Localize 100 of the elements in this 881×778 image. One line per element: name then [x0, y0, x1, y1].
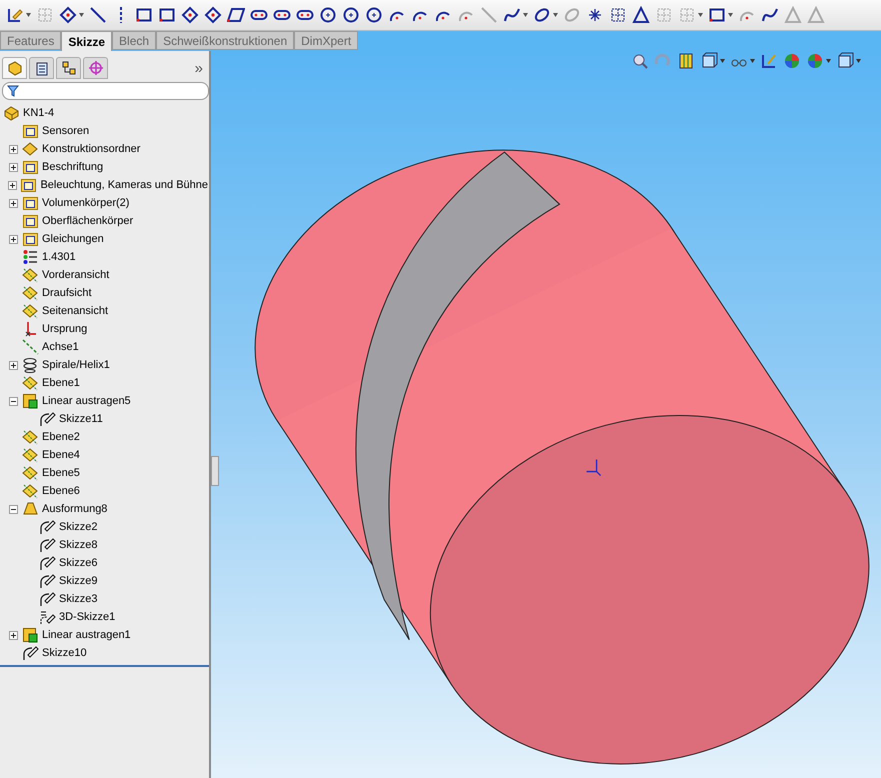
caret-icon[interactable] [856, 59, 861, 63]
tree-item[interactable]: Ausformung8 [41, 503, 108, 515]
folder-icon [22, 213, 39, 229]
edit-icon[interactable] [760, 52, 778, 70]
filter-field[interactable] [2, 82, 209, 100]
line-icon[interactable] [89, 6, 107, 24]
sketch-icon[interactable] [6, 6, 24, 24]
folder-icon [22, 123, 39, 139]
plane-icon [22, 447, 39, 463]
filter-icon [7, 85, 19, 97]
expand-chevron[interactable]: » [194, 60, 203, 76]
tree-item[interactable]: 1.4301 [41, 251, 77, 263]
config-icon [60, 60, 76, 76]
caret-icon[interactable] [750, 59, 755, 63]
tree-item[interactable]: Seitenansicht [41, 305, 110, 317]
expand-toggle-icon[interactable] [8, 360, 18, 370]
expand-toggle-icon[interactable] [8, 234, 18, 244]
color-ball-icon[interactable] [783, 52, 801, 70]
rectangle-icon[interactable] [135, 6, 153, 24]
grid-icon[interactable] [609, 6, 627, 24]
section-icon[interactable] [677, 52, 695, 70]
expand-toggle-icon[interactable] [8, 396, 18, 406]
tree-item[interactable]: Linear austragen1 [41, 629, 132, 641]
tree-item[interactable]: 3D-Skizze1 [58, 611, 116, 623]
tree-item[interactable]: Ebene6 [41, 485, 81, 497]
tree-item[interactable]: Gleichungen [41, 233, 105, 245]
tree-item[interactable]: Vorderansicht [41, 269, 110, 281]
tree-item[interactable]: Ebene5 [41, 467, 81, 479]
sketch-icon [22, 645, 39, 661]
sketch-icon [39, 609, 56, 625]
helix-icon [22, 357, 39, 373]
sketch-icon [39, 555, 56, 571]
sketch-icon [39, 411, 56, 427]
expand-toggle-icon[interactable] [8, 504, 18, 514]
tree-item[interactable]: Skizze9 [58, 575, 99, 587]
circle-icon[interactable] [319, 6, 337, 24]
panel-splitter-handle[interactable] [211, 456, 219, 486]
spline-icon[interactable] [503, 6, 521, 24]
expand-toggle-icon[interactable] [8, 180, 17, 190]
expand-toggle-icon[interactable] [8, 162, 18, 172]
extrude-icon [22, 393, 39, 409]
plane-icon [22, 429, 39, 445]
sketch-icon [39, 537, 56, 553]
dimension-icon[interactable] [59, 6, 77, 24]
tree-item[interactable]: Draufsicht [41, 287, 93, 299]
tree-item[interactable]: Linear austragen5 [41, 395, 132, 407]
properties-tab[interactable] [29, 57, 54, 79]
expand-toggle-icon[interactable] [8, 630, 18, 640]
tree-item[interactable]: Spirale/Helix1 [41, 359, 111, 371]
tree-tab[interactable] [2, 57, 27, 79]
circle-icon[interactable] [342, 6, 360, 24]
diamond-icon[interactable] [204, 6, 222, 24]
plane-icon [22, 285, 39, 301]
tree-item[interactable]: Konstruktionsordner [41, 143, 142, 155]
circle-icon[interactable] [365, 6, 383, 24]
rectangle-icon[interactable] [158, 6, 176, 24]
tab[interactable]: Skizze [61, 31, 112, 51]
zoom-icon[interactable] [631, 52, 649, 70]
tree-item[interactable]: Beleuchtung, Kameras und Bühne [39, 179, 209, 191]
caret-icon[interactable] [720, 59, 725, 63]
plane-icon [22, 465, 39, 481]
tree-item[interactable]: Ebene4 [41, 449, 81, 461]
point-icon[interactable] [586, 6, 604, 24]
config-tab[interactable] [56, 57, 81, 79]
parallelogram-icon[interactable] [227, 6, 245, 24]
plane-icon [22, 267, 39, 283]
folder-icon [22, 195, 39, 211]
expand-toggle-icon[interactable] [8, 198, 18, 208]
caret-icon[interactable] [553, 13, 558, 17]
tree-item[interactable]: Sensoren [41, 125, 90, 137]
tree-item[interactable]: Beschriftung [41, 161, 104, 173]
tree-item[interactable]: Skizze3 [58, 593, 99, 605]
part-icon [3, 105, 20, 121]
ellipse-icon[interactable] [533, 6, 551, 24]
expand-toggle-icon[interactable] [8, 144, 18, 154]
caret-icon[interactable] [698, 13, 703, 17]
tree-item[interactable]: Volumenkörper(2) [41, 197, 130, 209]
caret-icon[interactable] [79, 13, 84, 17]
tree-item[interactable]: Ebene1 [41, 377, 81, 389]
tree-item[interactable]: Skizze10 [41, 647, 88, 659]
tree-item[interactable]: KN1-4 [22, 107, 56, 119]
diamond-icon[interactable] [181, 6, 199, 24]
tree-item[interactable]: Skizze11 [58, 413, 104, 425]
tree-item[interactable]: Skizze2 [58, 521, 99, 533]
caret-icon[interactable] [26, 13, 31, 17]
tree-item[interactable]: Achse1 [41, 341, 80, 353]
triangle-icon[interactable] [632, 6, 650, 24]
sketch-icon [39, 573, 56, 589]
tree-item[interactable]: Ursprung [41, 323, 88, 335]
diamond-icon [22, 141, 39, 157]
caret-icon[interactable] [728, 13, 733, 17]
caret-icon[interactable] [523, 13, 528, 17]
tree-item[interactable]: Ebene2 [41, 431, 81, 443]
tree-item[interactable]: Skizze6 [58, 557, 99, 569]
tree-item[interactable]: Oberflächenkörper [41, 215, 134, 227]
tree-icon [6, 60, 22, 76]
caret-icon[interactable] [826, 59, 831, 63]
plane-icon [22, 375, 39, 391]
tree-item[interactable]: Skizze8 [58, 539, 99, 551]
extrude-icon [22, 627, 39, 643]
